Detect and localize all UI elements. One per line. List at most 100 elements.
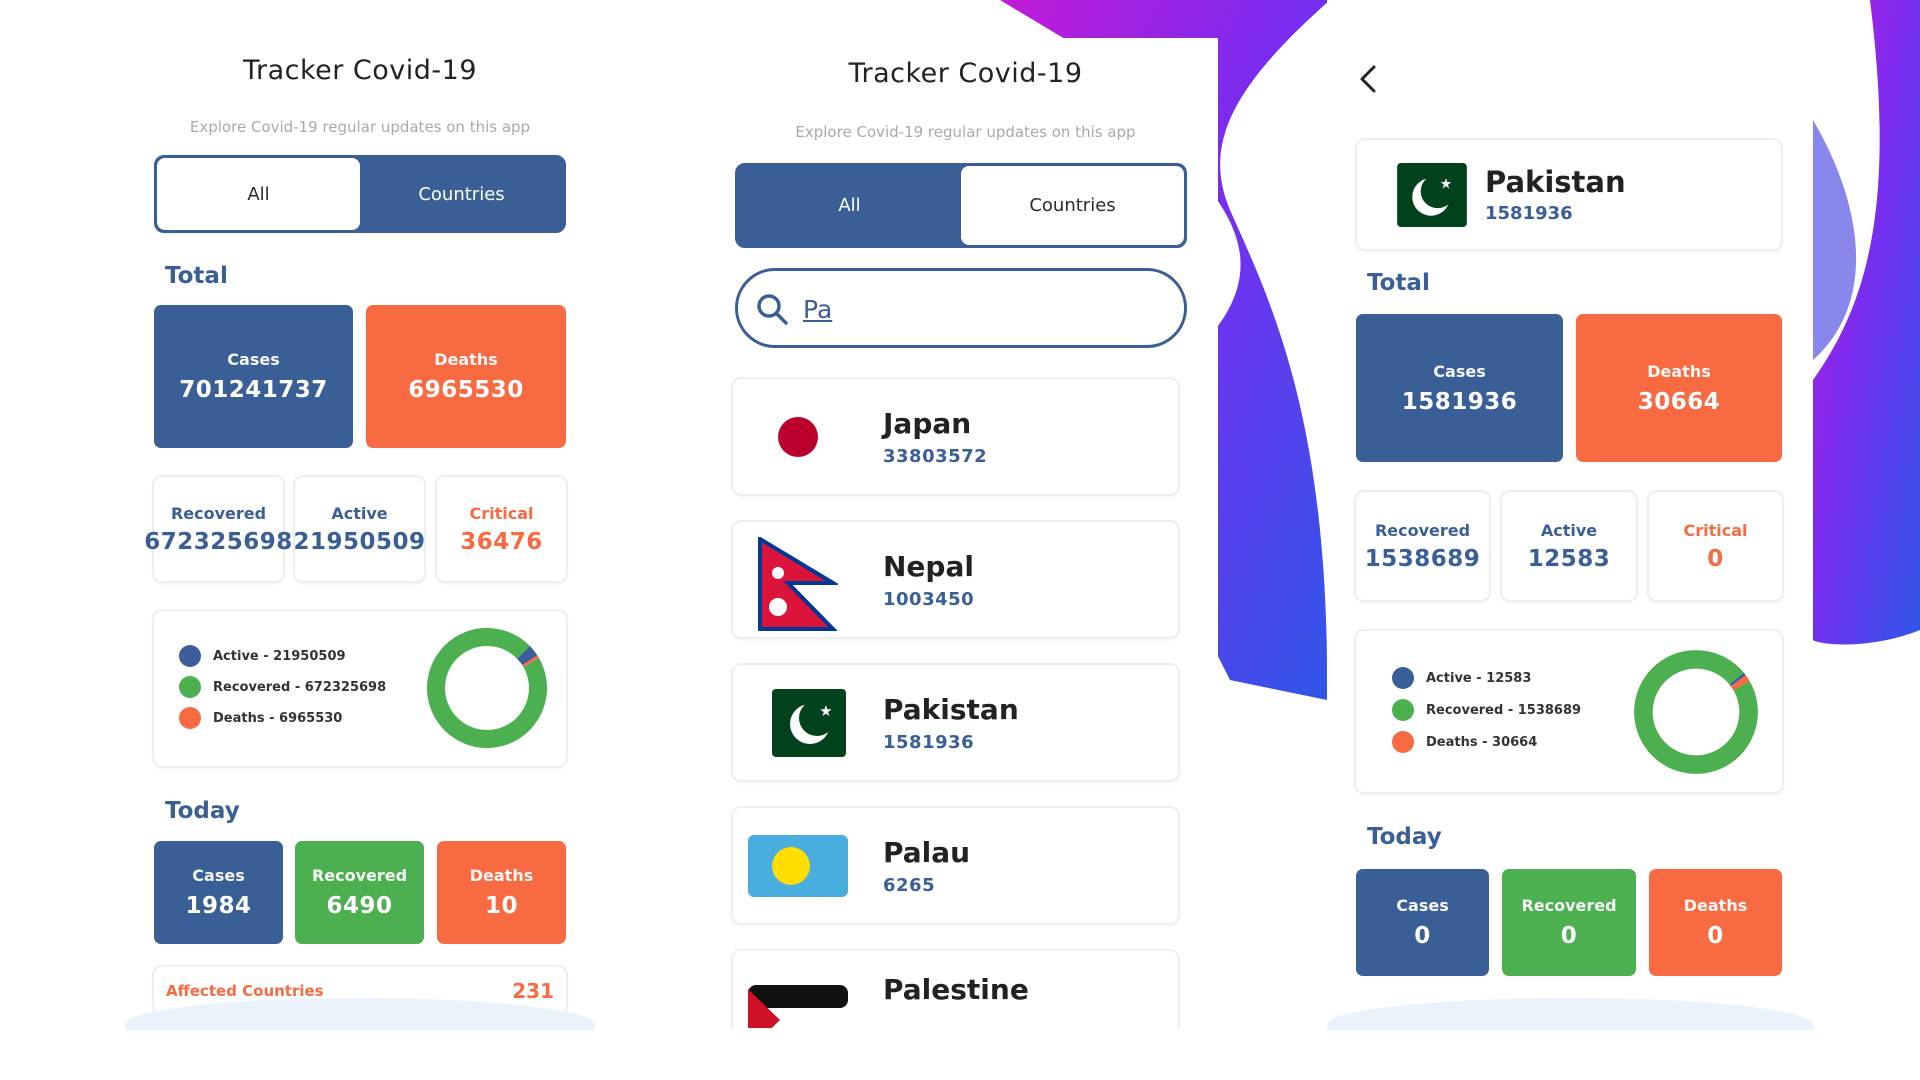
bottom-wave-decoration bbox=[1327, 998, 1813, 1030]
chevron-left-icon[interactable] bbox=[1357, 64, 1379, 94]
affected-countries-value: 231 bbox=[512, 979, 554, 1003]
palau-flag-icon bbox=[748, 831, 848, 901]
today-deaths-label: Deaths bbox=[1683, 896, 1748, 915]
country-item-nepal[interactable]: Nepal 1003450 bbox=[733, 522, 1178, 637]
country-cases: 6265 bbox=[883, 874, 936, 896]
country-cases: 1581936 bbox=[1485, 203, 1573, 224]
cases-value: 1581936 bbox=[1401, 388, 1518, 415]
donut-segment-recovered bbox=[427, 628, 547, 748]
deaths-label: Deaths bbox=[1647, 361, 1711, 381]
recovered-card: Recovered 672325698 bbox=[144, 477, 292, 581]
legend-recovered-text: Recovered - 672325698 bbox=[213, 679, 387, 695]
donut-chart bbox=[427, 628, 547, 748]
today-cases-value: 0 bbox=[1414, 923, 1431, 949]
view-toggle: All Countries bbox=[735, 163, 1187, 248]
legend-recovered-text: Recovered - 1538689 bbox=[1426, 702, 1582, 718]
country-item-japan[interactable]: Japan 33803572 bbox=[733, 379, 1178, 494]
country-name: Palau bbox=[883, 835, 971, 869]
country-name: Nepal bbox=[883, 549, 974, 583]
donut-chart-card: Active - 12583 Recovered - 1538689 Death… bbox=[1356, 631, 1782, 792]
critical-value: 36476 bbox=[460, 528, 543, 555]
active-card: Active 21950509 bbox=[293, 477, 426, 581]
palestine-flag-icon bbox=[748, 985, 848, 1028]
recovered-label: Recovered bbox=[170, 503, 267, 523]
today-recovered-tile: Recovered 6490 bbox=[295, 841, 424, 944]
today-cases-tile: Cases 0 bbox=[1356, 869, 1489, 976]
legend-dot-deaths bbox=[1392, 731, 1414, 753]
legend-active-text: Active - 21950509 bbox=[213, 648, 346, 664]
legend-dot-recovered bbox=[1392, 699, 1414, 721]
today-cases-label: Cases bbox=[192, 866, 245, 885]
country-item-palestine[interactable]: Palestine bbox=[733, 951, 1178, 1028]
today-recovered-label: Recovered bbox=[311, 866, 408, 885]
country-search-box bbox=[735, 268, 1187, 348]
legend-dot-deaths bbox=[179, 707, 201, 729]
today-recovered-value: 6490 bbox=[326, 893, 393, 919]
total-heading: Total bbox=[165, 263, 228, 289]
recovered-value: 1538689 bbox=[1364, 545, 1481, 572]
total-heading: Total bbox=[1367, 270, 1430, 296]
country-item-palau[interactable]: Palau 6265 bbox=[733, 808, 1178, 923]
country-name: Japan bbox=[883, 406, 972, 440]
today-deaths-value: 0 bbox=[1707, 923, 1724, 949]
today-recovered-label: Recovered bbox=[1521, 896, 1617, 915]
country-cases: 33803572 bbox=[883, 445, 988, 467]
active-label: Active bbox=[1540, 520, 1598, 540]
deaths-value: 30664 bbox=[1637, 388, 1721, 415]
total-cases-tile: Cases 1581936 bbox=[1356, 314, 1563, 462]
legend-deaths-text: Deaths - 6965530 bbox=[213, 710, 343, 726]
search-input[interactable] bbox=[803, 289, 1163, 329]
country-item-pakistan[interactable]: Pakistan 1581936 bbox=[733, 665, 1178, 780]
tab-countries[interactable]: Countries bbox=[961, 166, 1184, 245]
recovered-value: 672325698 bbox=[144, 528, 293, 555]
legend-recovered: Recovered - 1538689 bbox=[1392, 699, 1581, 721]
legend-dot-active bbox=[1392, 667, 1414, 689]
chart-legend: Active - 21950509 Recovered - 672325698 … bbox=[179, 645, 386, 729]
legend-active-text: Active - 12583 bbox=[1426, 670, 1532, 686]
japan-flag-icon bbox=[748, 402, 848, 472]
legend-active: Active - 12583 bbox=[1392, 667, 1581, 689]
country-name: Pakistan bbox=[883, 692, 1019, 726]
legend-dot-recovered bbox=[179, 676, 201, 698]
today-heading: Today bbox=[165, 798, 240, 824]
donut-segment-recovered bbox=[1634, 650, 1758, 774]
recovered-card: Recovered 1538689 bbox=[1356, 492, 1489, 600]
tab-all[interactable]: All bbox=[738, 166, 961, 245]
tab-all[interactable]: All bbox=[157, 158, 360, 230]
legend-dot-active bbox=[179, 645, 201, 667]
app-title: Tracker Covid-19 bbox=[848, 58, 1083, 89]
today-cases-label: Cases bbox=[1396, 896, 1449, 915]
total-deaths-tile: Deaths 30664 bbox=[1576, 314, 1782, 462]
chart-legend: Active - 12583 Recovered - 1538689 Death… bbox=[1392, 667, 1581, 753]
search-icon bbox=[757, 294, 788, 325]
country-header-card: Pakistan 1581936 bbox=[1357, 140, 1781, 249]
today-cases-tile: Cases 1984 bbox=[154, 841, 283, 944]
today-deaths-tile: Deaths 0 bbox=[1649, 869, 1782, 976]
critical-value: 0 bbox=[1707, 545, 1724, 572]
total-deaths-tile: Deaths 6965530 bbox=[366, 305, 566, 448]
critical-label: Critical bbox=[1683, 520, 1748, 540]
legend-active: Active - 21950509 bbox=[179, 645, 386, 667]
donut-chart-card: Active - 21950509 Recovered - 672325698 … bbox=[154, 611, 566, 766]
app-subtitle: Explore Covid-19 regular updates on this… bbox=[189, 118, 531, 136]
screen-country-detail: Pakistan 1581936 Total Cases 1581936 Dea… bbox=[1327, 0, 1813, 1030]
legend-deaths: Deaths - 30664 bbox=[1392, 731, 1581, 753]
deaths-value: 6965530 bbox=[408, 377, 524, 403]
active-card: Active 12583 bbox=[1502, 492, 1636, 600]
active-value: 21950509 bbox=[293, 528, 426, 555]
active-label: Active bbox=[331, 503, 388, 523]
today-deaths-value: 10 bbox=[484, 893, 518, 919]
pakistan-flag-icon bbox=[748, 688, 848, 758]
total-cases-tile: Cases 701241737 bbox=[154, 305, 353, 448]
app-subtitle: Explore Covid-19 regular updates on this… bbox=[795, 123, 1136, 141]
country-cases: 1581936 bbox=[883, 731, 975, 753]
screen-overview: Tracker Covid-19 Explore Covid-19 regula… bbox=[125, 0, 595, 1030]
today-recovered-tile: Recovered 0 bbox=[1502, 869, 1636, 976]
recovered-label: Recovered bbox=[1374, 520, 1471, 540]
country-name: Pakistan bbox=[1485, 165, 1626, 199]
screen-countries: Tracker Covid-19 Explore Covid-19 regula… bbox=[713, 38, 1218, 1028]
country-name: Palestine bbox=[883, 973, 1029, 1006]
critical-card: Critical 36476 bbox=[437, 477, 566, 581]
cases-value: 701241737 bbox=[179, 377, 328, 403]
tab-countries[interactable]: Countries bbox=[360, 158, 563, 230]
